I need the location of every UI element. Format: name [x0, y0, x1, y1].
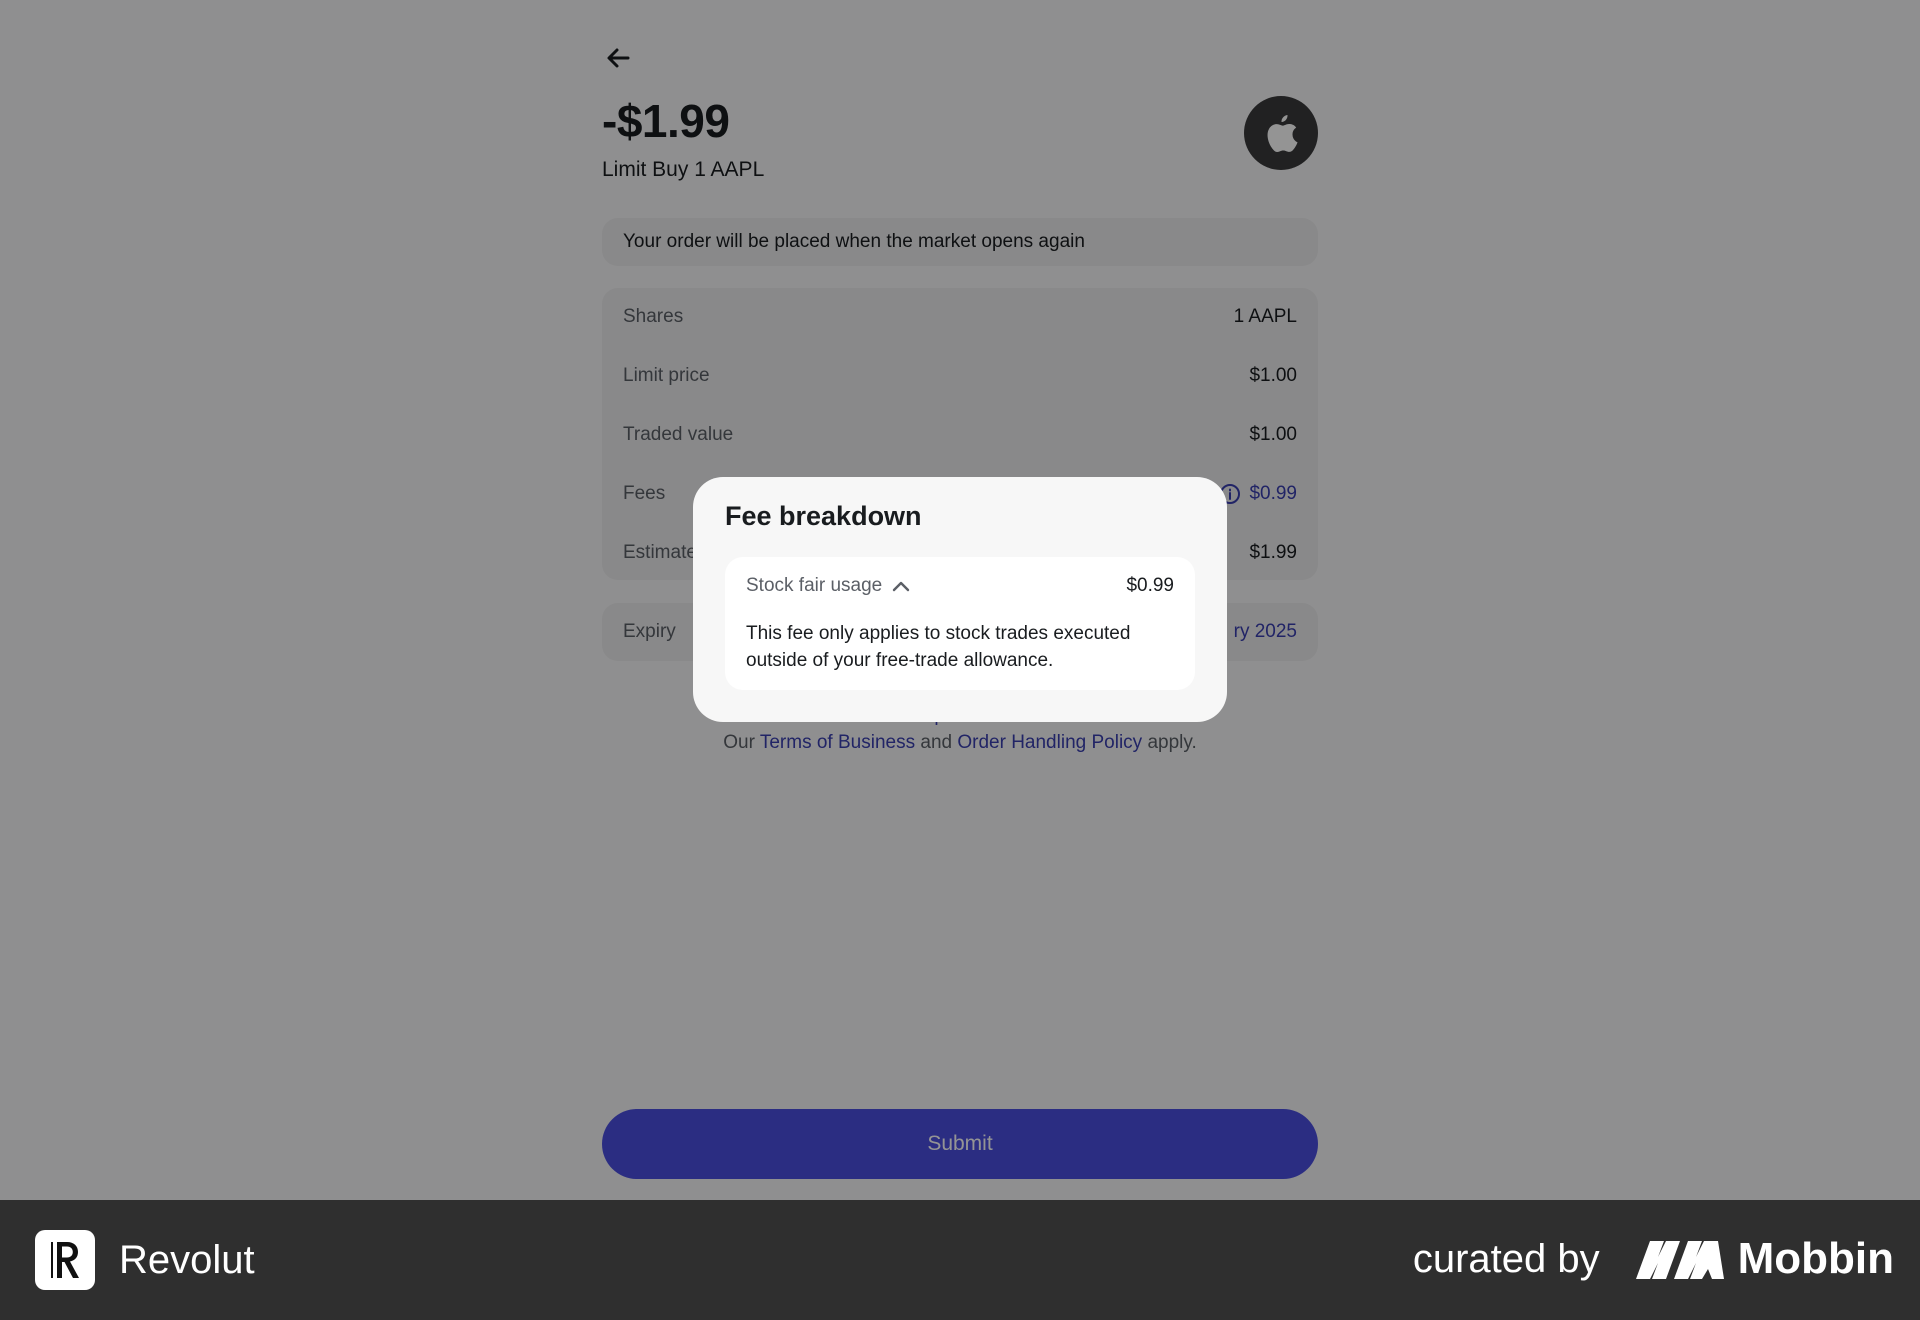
fee-item-toggle[interactable]: Stock fair usage	[746, 575, 910, 597]
brand: Revolut	[35, 1230, 255, 1290]
curated-by-text: curated by	[1412, 1236, 1600, 1281]
fee-item-card: Stock fair usage $0.99 This fee only app…	[725, 557, 1195, 690]
fee-item-description: This fee only applies to stock trades ex…	[746, 623, 1131, 671]
modal-title: Fee breakdown	[725, 501, 922, 531]
footer-bar: Revolut curated by Mobbin	[0, 1200, 1920, 1320]
revolut-logo-icon	[35, 1230, 95, 1290]
brand-name: Revolut	[119, 1237, 255, 1282]
chevron-up-icon	[893, 581, 910, 592]
fee-item-value: $0.99	[1126, 575, 1174, 596]
fee-item-name: Stock fair usage	[746, 575, 883, 596]
curated-by: curated by Mobbin	[1413, 1234, 1894, 1284]
fee-breakdown-modal: Fee breakdown Stock fair usage $0.99 Thi…	[693, 477, 1227, 722]
mobbin-logo: Mobbin	[1635, 1234, 1894, 1284]
fee-item-header[interactable]: Stock fair usage $0.99	[746, 575, 1174, 597]
mobbin-mark-icon	[1635, 1241, 1724, 1279]
curator-name: Mobbin	[1737, 1234, 1894, 1283]
